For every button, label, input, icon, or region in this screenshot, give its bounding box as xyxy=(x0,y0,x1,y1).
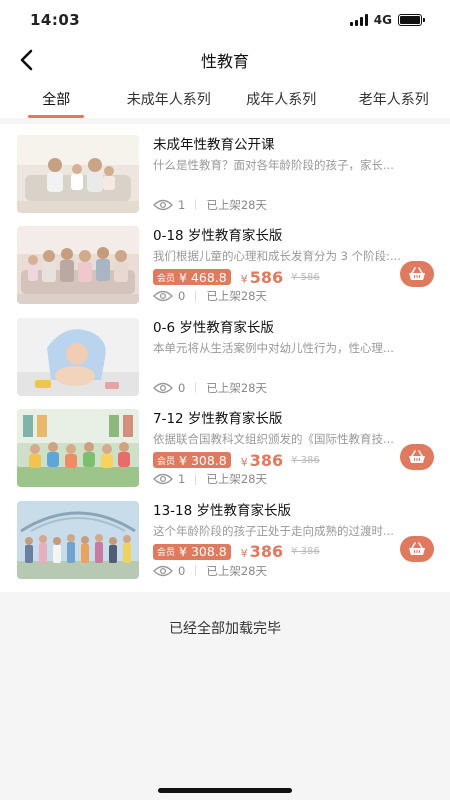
member-price-badge: 会员 ¥ 468.8 xyxy=(153,269,231,286)
member-tag: 会员 xyxy=(157,273,176,284)
eye-icon xyxy=(153,382,173,393)
network-label: 4G xyxy=(373,13,392,27)
member-price: ¥ 308.8 xyxy=(179,452,227,468)
course-description: 我们根据儿童的心理和成长发育分为 3 个阶段:... xyxy=(153,249,401,264)
member-tag: 会员 xyxy=(157,548,176,559)
price-value: 586 xyxy=(249,267,284,287)
original-price: ¥ 386 xyxy=(291,454,320,466)
course-description: 本单元将从生活案例中对幼儿性行为，性心理... xyxy=(153,340,394,355)
course-title: 未成年性教育公开课 xyxy=(153,136,275,153)
currency-symbol: ¥ xyxy=(240,455,248,469)
view-count: 0 xyxy=(178,563,186,578)
course-thumbnail xyxy=(17,409,139,488)
divider xyxy=(195,382,197,394)
view-count: 1 xyxy=(178,472,186,487)
course-item[interactable]: 13-18 岁性教育家长版 这个年龄阶段的孩子正处于走向成熟的过渡时... 会员… xyxy=(0,494,450,586)
member-tag: 会员 xyxy=(157,456,176,467)
course-item[interactable]: 0-6 岁性教育家长版 本单元将从生活案例中对幼儿性行为，性心理... 0 已上… xyxy=(0,311,450,403)
chevron-left-icon xyxy=(20,49,33,71)
status-time: 14:03 xyxy=(30,11,81,29)
price-row: 会员 ¥ 468.8 ¥586 ¥ 586 xyxy=(153,268,434,287)
basket-icon xyxy=(409,542,425,555)
tab-seniors[interactable]: 老年人系列 xyxy=(338,80,450,118)
battery-icon xyxy=(398,14,425,26)
course-meta: 1 已上架28天 xyxy=(153,471,267,487)
load-complete-message: 已经全部加载完毕 xyxy=(169,620,281,637)
page-title: 性教育 xyxy=(200,52,249,71)
add-to-cart-button[interactable] xyxy=(400,444,434,471)
listed-days: 已上架28天 xyxy=(206,380,267,395)
course-meta: 0 已上架28天 xyxy=(153,380,267,396)
course-thumbnail xyxy=(17,317,139,396)
course-item[interactable]: 未成年性教育公开课 什么是性教育？面对各年龄阶段的孩子，家长... 1 已上架2… xyxy=(0,128,450,220)
basket-icon xyxy=(409,450,425,464)
course-title: 13-18 岁性教育家长版 xyxy=(153,502,292,519)
tab-minors[interactable]: 未成年人系列 xyxy=(113,80,226,118)
currency-symbol: ¥ xyxy=(240,272,248,286)
original-price: ¥ 586 xyxy=(291,271,320,283)
course-item[interactable]: 7-12 岁性教育家长版 依据联合国教科文组织颁发的《国际性教育技... 会员 ¥… xyxy=(0,403,450,495)
back-button[interactable] xyxy=(12,46,40,74)
price-row: 会员 ¥ 308.8 ¥386 ¥ 386 xyxy=(153,451,434,470)
eye-icon xyxy=(153,199,173,210)
basket-icon xyxy=(409,267,425,281)
member-price: ¥ 468.8 xyxy=(179,269,227,285)
current-price: ¥386 xyxy=(241,451,283,470)
course-description: 什么是性教育？面对各年龄阶段的孩子，家长... xyxy=(153,157,394,172)
listed-days: 已上架28天 xyxy=(206,563,267,578)
course-description: 这个年龄阶段的孩子正处于走向成熟的过渡时... xyxy=(153,523,394,538)
course-title: 0-18 岁性教育家长版 xyxy=(153,228,283,245)
category-tabs: 全部 未成年人系列 成年人系列 老年人系列 xyxy=(0,80,450,118)
price-value: 386 xyxy=(249,450,284,470)
course-meta: 1 已上架28天 xyxy=(153,197,267,213)
eye-icon xyxy=(153,565,173,576)
home-indicator xyxy=(158,788,292,793)
status-icons: 4G xyxy=(349,13,425,27)
divider xyxy=(195,565,197,577)
tab-all[interactable]: 全部 xyxy=(0,80,113,118)
view-count: 0 xyxy=(178,380,186,395)
eye-icon xyxy=(153,291,173,302)
nav-bar: 性教育 xyxy=(0,40,450,80)
listed-days: 已上架28天 xyxy=(206,472,267,487)
price-row: 会员 ¥ 308.8 ¥386 ¥ 386 xyxy=(153,542,434,561)
divider xyxy=(195,473,197,485)
member-price-badge: 会员 ¥ 308.8 xyxy=(153,452,231,469)
add-to-cart-button[interactable] xyxy=(400,535,434,562)
view-count: 1 xyxy=(178,197,186,212)
course-list: 未成年性教育公开课 什么是性教育？面对各年龄阶段的孩子，家长... 1 已上架2… xyxy=(0,124,450,592)
course-title: 0-6 岁性教育家长版 xyxy=(153,319,274,336)
original-price: ¥ 386 xyxy=(291,546,320,558)
tab-adults[interactable]: 成年人系列 xyxy=(225,80,338,118)
status-bar: 14:03 4G xyxy=(0,0,450,40)
course-thumbnail xyxy=(17,134,139,213)
divider xyxy=(195,290,197,302)
course-meta: 0 已上架28天 xyxy=(153,563,267,579)
listed-days: 已上架28天 xyxy=(206,197,267,212)
course-thumbnail xyxy=(17,500,139,579)
current-price: ¥586 xyxy=(241,268,283,287)
listed-days: 已上架28天 xyxy=(206,289,267,304)
course-description: 依据联合国教科文组织颁发的《国际性教育技... xyxy=(153,432,394,447)
current-price: ¥386 xyxy=(241,542,283,561)
course-title: 7-12 岁性教育家长版 xyxy=(153,411,283,428)
course-item[interactable]: 0-18 岁性教育家长版 我们根据儿童的心理和成长发育分为 3 个阶段:... … xyxy=(0,220,450,312)
member-price: ¥ 308.8 xyxy=(179,544,227,560)
view-count: 0 xyxy=(178,289,186,304)
add-to-cart-button[interactable] xyxy=(400,261,434,288)
course-meta: 0 已上架28天 xyxy=(153,288,267,304)
divider xyxy=(195,199,197,211)
price-value: 386 xyxy=(249,542,284,562)
eye-icon xyxy=(153,474,173,485)
course-thumbnail xyxy=(17,226,139,305)
signal-icon xyxy=(349,14,368,26)
currency-symbol: ¥ xyxy=(240,547,248,561)
member-price-badge: 会员 ¥ 308.8 xyxy=(153,543,231,560)
